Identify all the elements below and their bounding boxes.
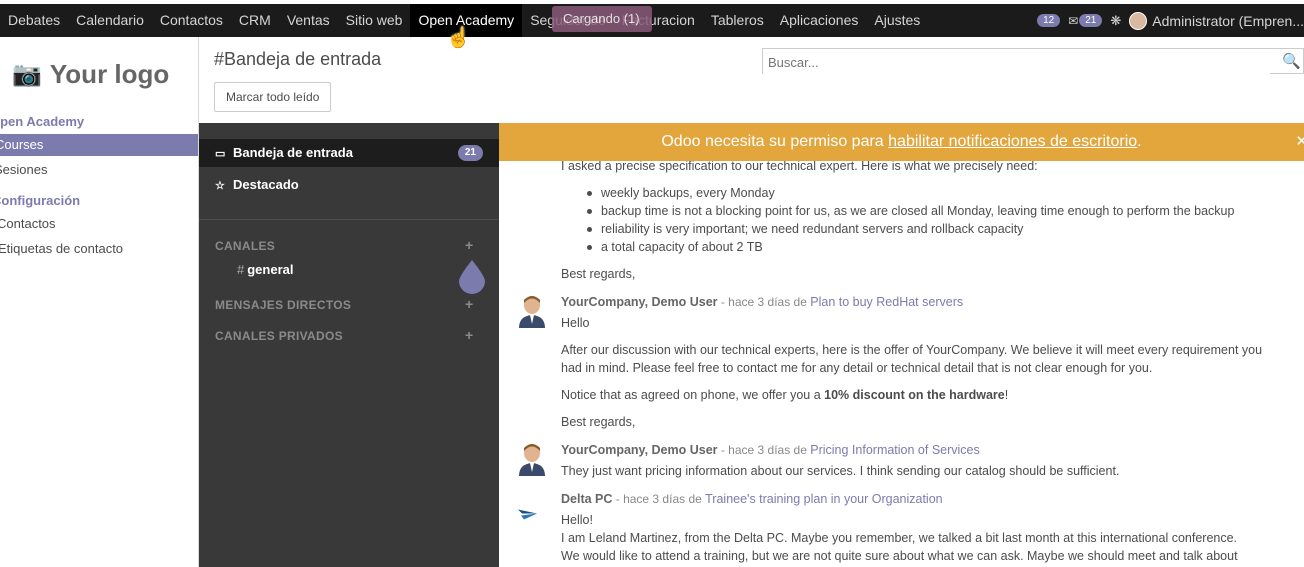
message-subject-link[interactable]: Trainee's training plan in your Organiza… (705, 492, 942, 506)
search-icon[interactable]: 🔍 (1282, 52, 1301, 70)
starred-label: Destacado (233, 177, 299, 192)
debug-bug-icon[interactable]: ❋ (1110, 13, 1121, 29)
page-title: #Bandeja de entrada (214, 49, 382, 69)
channels-header[interactable]: CANALES (215, 239, 275, 253)
menu-calendario[interactable]: Calendario (68, 4, 152, 37)
systray: 12 ✉ 21 ❋ Administrator (Empren... (1037, 4, 1304, 37)
add-private-channel-icon[interactable]: + (465, 327, 473, 343)
app-sidebar: 📷 Your logo Open Academy Courses Sesione… (0, 37, 199, 567)
private-channels-header[interactable]: CANALES PRIVADOS (215, 329, 343, 343)
message-line: had in mind. Please feel free to contact… (561, 361, 1153, 375)
hash-icon: # (237, 262, 245, 277)
menu-ajustes[interactable]: Ajustes (866, 4, 928, 37)
close-icon[interactable]: ✕ (1295, 123, 1304, 161)
add-direct-message-icon[interactable]: + (465, 296, 473, 312)
bullet-dot (587, 227, 592, 232)
menu-aplicaciones[interactable]: Aplicaciones (772, 4, 867, 37)
menu-sitio-web[interactable]: Sitio web (338, 4, 411, 37)
star-icon: ☆ (215, 180, 225, 192)
camera-icon: 📷 (12, 61, 42, 88)
message-author[interactable]: YourCompany, Demo User (561, 443, 718, 457)
user-menu[interactable]: Administrator (Empren... (1129, 11, 1304, 30)
message-line: Hello (561, 316, 590, 330)
message-line: They just want pricing information about… (561, 464, 1120, 478)
user-avatar (1129, 11, 1148, 30)
demo-user-avatar[interactable] (517, 294, 547, 328)
divider (199, 219, 499, 220)
message-header: Delta PC - hace 3 días de Trainee's trai… (561, 492, 943, 506)
search-input[interactable] (763, 49, 1270, 75)
search-box: 🔍 (762, 48, 1304, 75)
sidebar-item-sesiones[interactable]: Sesiones (0, 159, 198, 181)
sidebar-section-configuracion: Configuración (0, 193, 81, 208)
menu-debates[interactable]: Debates (0, 4, 68, 37)
notification-text: Odoo necesita su permiso para (661, 133, 889, 150)
message-thread: I asked a precise specification to our t… (499, 161, 1304, 567)
sidebar-section-open-academy: Open Academy (0, 114, 85, 129)
message-author[interactable]: Delta PC (561, 492, 612, 506)
menu-contactos[interactable]: Contactos (152, 4, 231, 37)
discuss-inbox[interactable]: ▭ Bandeja de entrada 21 (199, 139, 499, 167)
message-meta: - hace 3 días de (612, 492, 706, 506)
message-line: After our discussion with our technical … (561, 343, 1263, 357)
top-navbar: Debates Calendario Contactos CRM Ventas … (0, 0, 1304, 37)
logo-text: Your logo (49, 59, 170, 89)
notification-banner: Odoo necesita su permiso para habilitar … (499, 123, 1304, 161)
menu-crm[interactable]: CRM (231, 4, 279, 37)
sidebar-item-courses[interactable]: Courses (0, 134, 198, 156)
menu-tableros[interactable]: Tableros (703, 4, 772, 37)
message-line: I asked a precise specification to our t… (561, 161, 1038, 173)
bullet-item: weekly backups, every Monday (601, 186, 775, 200)
bullet-item: backup time is not a blocking point for … (601, 204, 1235, 218)
message-line: Best regards, (561, 415, 636, 429)
delta-pc-logo[interactable] (517, 497, 547, 531)
company-logo: 📷 Your logo (12, 59, 169, 90)
notification-suffix: . (1137, 133, 1142, 150)
drop-indicator-icon (459, 260, 485, 294)
messages-badge: 21 (1079, 14, 1103, 27)
mark-all-read-button[interactable]: Marcar todo leído (214, 82, 332, 112)
message-line: We would like to attend a training, but … (561, 549, 1238, 563)
discuss-starred[interactable]: ☆ Destacado (199, 171, 499, 199)
mouse-pointer-icon: ☝ (446, 27, 471, 49)
menu-ventas[interactable]: Ventas (279, 4, 338, 37)
text-span: Notice that as agreed on phone, we offer… (561, 388, 825, 402)
message-header: YourCompany, Demo User - hace 3 días de … (561, 443, 980, 457)
inbox-counter: 21 (457, 145, 483, 161)
bullet-dot (587, 245, 592, 250)
bullet-dot (587, 191, 592, 196)
bullet-item: reliability is very important; we need r… (601, 222, 1024, 236)
channel-general-label: general (247, 262, 294, 277)
message-line: Best regards, (561, 267, 636, 281)
inbox-label: Bandeja de entrada (233, 145, 353, 160)
message-meta: - hace 3 días de (717, 443, 811, 457)
demo-user-avatar[interactable] (517, 442, 547, 476)
inbox-icon: ▭ (215, 148, 226, 160)
user-name: Administrator (Empren... (1152, 12, 1304, 29)
direct-messages-header[interactable]: MENSAJES DIRECTOS (215, 298, 351, 312)
text-span: ! (1004, 388, 1009, 402)
bullet-item: a total capacity of about 2 TB (601, 240, 763, 254)
bold-text: 10% discount on the hardware (824, 388, 1005, 402)
message-line: Notice that as agreed on phone, we offer… (561, 388, 1008, 402)
bullet-dot (587, 209, 592, 214)
add-channel-icon[interactable]: + (465, 237, 473, 253)
enable-notifications-link[interactable]: habilitar notificaciones de escritorio (888, 133, 1137, 150)
message-subject-link[interactable]: Pricing Information of Services (810, 443, 980, 457)
discuss-sidebar: ▭ Bandeja de entrada 21 ☆ Destacado CANALE… (199, 123, 499, 567)
sidebar-item-etiquetas[interactable]: Etiquetas de contacto (0, 238, 198, 260)
message-meta: - hace 3 días de (717, 295, 811, 309)
chat-icon: ✉ (1068, 13, 1079, 28)
message-header: YourCompany, Demo User - hace 3 días de … (561, 295, 963, 309)
messages-menu[interactable]: ✉ 21 (1068, 13, 1103, 28)
activities-badge[interactable]: 12 (1037, 14, 1061, 27)
channel-general[interactable]: # general (237, 262, 293, 277)
message-line: Hello! (561, 513, 593, 527)
message-author[interactable]: YourCompany, Demo User (561, 295, 718, 309)
sidebar-item-contactos[interactable]: Contactos (0, 213, 198, 235)
message-line: I am Leland Martinez, from the Delta PC.… (561, 531, 1238, 545)
message-subject-link[interactable]: Plan to buy RedHat servers (810, 295, 963, 309)
loading-indicator: Cargando (1) (552, 6, 652, 32)
